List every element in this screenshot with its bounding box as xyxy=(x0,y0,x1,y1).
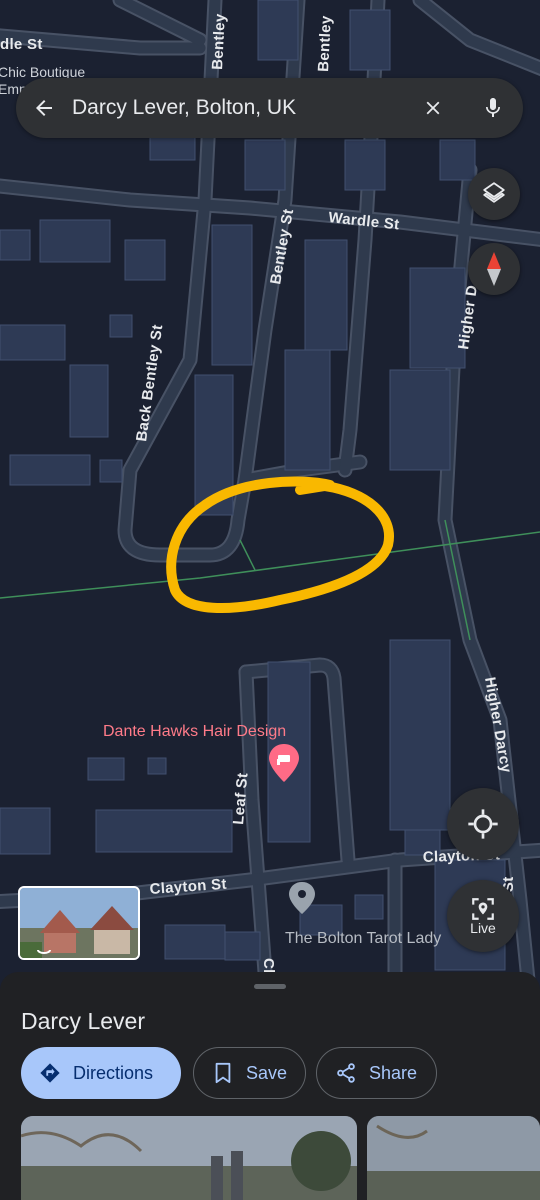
close-icon[interactable] xyxy=(403,78,463,138)
share-label: Share xyxy=(369,1062,418,1083)
directions-label: Directions xyxy=(73,1062,154,1083)
my-location-icon[interactable] xyxy=(447,788,519,860)
drag-handle[interactable] xyxy=(254,984,286,989)
back-icon[interactable] xyxy=(16,78,72,138)
search-bar[interactable]: Darcy Lever, Bolton, UK xyxy=(16,78,523,138)
save-label: Save xyxy=(246,1062,288,1083)
search-query[interactable]: Darcy Lever, Bolton, UK xyxy=(72,96,403,120)
live-view-icon xyxy=(472,898,494,920)
live-label: Live xyxy=(470,920,496,936)
microphone-icon[interactable] xyxy=(463,78,523,138)
place-photo[interactable] xyxy=(21,1116,357,1200)
live-view-button[interactable]: Live xyxy=(447,880,519,952)
street-label-bentley-top-left: Bentley xyxy=(209,13,229,70)
bookmark-icon xyxy=(210,1060,236,1086)
street-view-thumbnail[interactable] xyxy=(18,886,140,960)
save-button[interactable]: Save xyxy=(193,1047,306,1099)
directions-icon xyxy=(37,1060,63,1086)
share-button[interactable]: Share xyxy=(316,1047,437,1099)
poi-label-tarot[interactable]: The Bolton Tarot Lady xyxy=(285,930,441,947)
directions-button[interactable]: Directions xyxy=(21,1047,181,1099)
place-bottom-sheet[interactable]: Darcy Lever Directions Save Share xyxy=(0,972,540,1200)
poi-label-hair-design[interactable]: Dante Hawks Hair Design xyxy=(103,723,286,740)
street-label-wardle-top: dle St xyxy=(0,36,43,53)
compass-icon[interactable] xyxy=(468,243,520,295)
place-photo-2[interactable] xyxy=(367,1116,540,1200)
layers-icon[interactable] xyxy=(468,168,520,220)
share-icon xyxy=(333,1060,359,1086)
street-label-bentley-top-right: Bentley xyxy=(315,15,335,72)
place-title: Darcy Lever xyxy=(21,1008,145,1034)
